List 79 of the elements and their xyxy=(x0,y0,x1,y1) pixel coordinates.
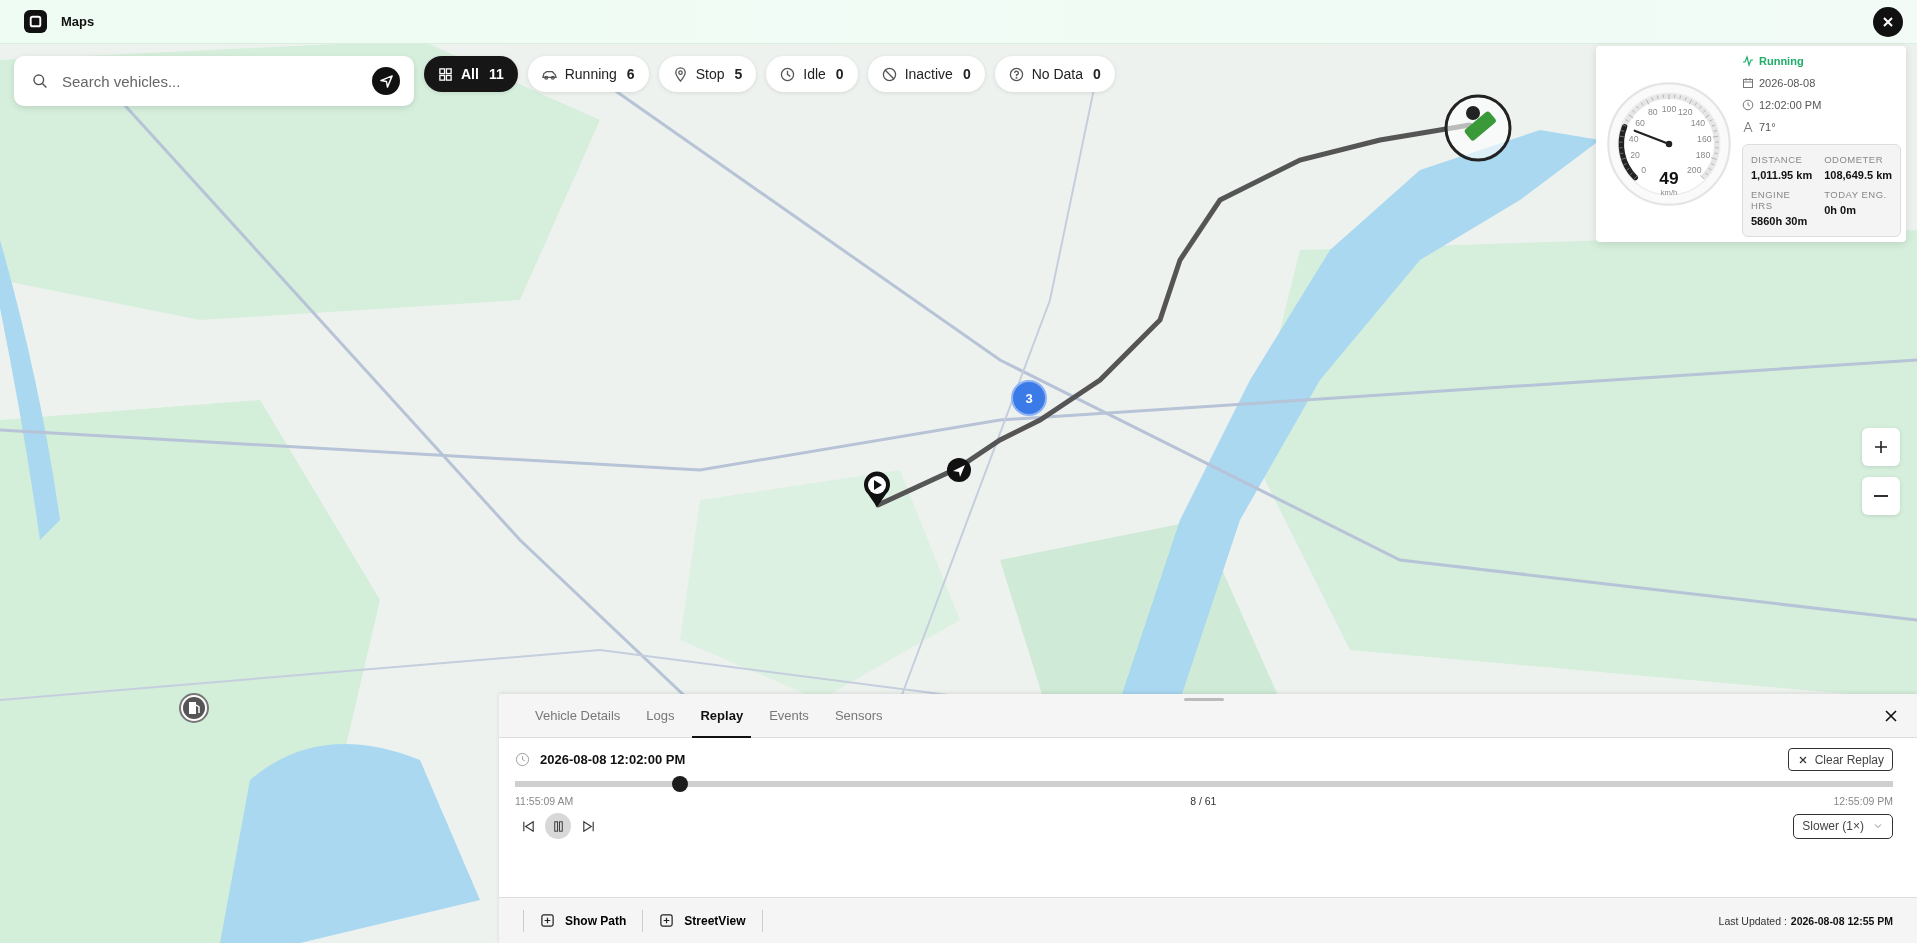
navigation-arrow-icon xyxy=(378,73,394,89)
vehicle-time: 12:02:00 PM xyxy=(1759,98,1822,111)
filter-chip[interactable]: Inactive 0 xyxy=(867,56,985,92)
search-field[interactable]: Search vehicles... xyxy=(60,71,360,91)
gauge-tick-label: 20 xyxy=(1630,150,1640,161)
calendar-icon xyxy=(1742,76,1754,89)
filter-chip[interactable]: No Data 0 xyxy=(994,56,1115,92)
app-logo-icon xyxy=(24,10,47,33)
panel-tab[interactable]: Replay xyxy=(692,694,752,738)
skip-back-icon xyxy=(520,818,536,834)
stat-label: ENGINE HRS xyxy=(1751,188,1792,211)
clock-icon xyxy=(780,66,796,82)
gauge-tick-label: 140 xyxy=(1690,118,1706,129)
search-icon xyxy=(32,73,48,89)
zoom-in-button[interactable] xyxy=(1862,428,1900,466)
plus-square-icon xyxy=(659,913,675,928)
direction-marker[interactable] xyxy=(946,457,972,483)
gauge-tick-label: 120 xyxy=(1678,107,1693,118)
start-time: 11:55:09 AM xyxy=(515,795,574,807)
replay-timestamp: 2026-08-08 12:02:00 PM xyxy=(540,752,686,767)
search-box[interactable]: Search vehicles... xyxy=(14,56,414,106)
last-updated-value: 2026-08-08 12:55 PM xyxy=(1790,914,1893,927)
stat-label: ODOMETER xyxy=(1824,153,1885,165)
start-marker[interactable] xyxy=(862,470,892,508)
locate-button[interactable] xyxy=(372,67,400,95)
filter-chip[interactable]: Stop 5 xyxy=(658,56,757,92)
close-button[interactable] xyxy=(1873,6,1903,37)
gauge-tick-label: 80 xyxy=(1647,107,1658,118)
stat-value: 1,011.95 km xyxy=(1751,168,1813,181)
footer-toggle-button[interactable]: Show Path xyxy=(523,909,643,932)
fuel-station-icon[interactable] xyxy=(179,693,209,723)
question-icon xyxy=(1008,66,1024,82)
replay-position: 8 / 61 xyxy=(1190,795,1217,807)
drag-handle[interactable] xyxy=(1184,698,1224,701)
panel-tab[interactable]: Vehicle Details xyxy=(527,694,629,738)
clock-icon xyxy=(1742,98,1754,111)
stat-label: TODAY ENG. xyxy=(1824,188,1888,200)
gauge-tick-label: 100 xyxy=(1661,103,1677,114)
footer-toggle-button[interactable]: StreetView xyxy=(642,909,763,932)
play-pause-button[interactable] xyxy=(545,813,571,839)
vehicle-marker[interactable] xyxy=(1443,93,1513,163)
clear-replay-button[interactable]: Clear Replay xyxy=(1787,748,1893,771)
gauge-tick-label: 40 xyxy=(1628,133,1639,144)
slashed-circle-icon xyxy=(881,66,897,82)
filter-chip[interactable]: All 11 xyxy=(424,56,518,92)
grid-icon xyxy=(438,66,453,82)
plus-square-icon xyxy=(540,913,555,928)
close-icon xyxy=(1883,707,1899,724)
plus-icon xyxy=(1873,439,1889,455)
speed-unit: km/h xyxy=(1660,187,1678,197)
stat-label: DISTANCE xyxy=(1751,153,1804,165)
vehicle-date: 2026-08-08 xyxy=(1759,76,1816,89)
minus-icon xyxy=(1874,495,1888,497)
vehicle-status: Running xyxy=(1759,54,1804,67)
panel-tab[interactable]: Sensors xyxy=(826,694,891,738)
stat-value: 108,649.5 km xyxy=(1824,168,1893,181)
stat-value: 0h 0m xyxy=(1824,203,1857,216)
end-time: 12:55:09 PM xyxy=(1833,795,1893,807)
vehicle-heading: 71° xyxy=(1759,120,1776,133)
stat-value: 5860h 30m xyxy=(1751,214,1809,227)
gauge-tick-label: 180 xyxy=(1695,150,1711,161)
skip-forward-icon xyxy=(580,818,596,834)
heading-icon xyxy=(1742,120,1754,133)
gauge-tick-label: 60 xyxy=(1635,118,1645,129)
speed-dropdown[interactable]: Slower (1×) xyxy=(1793,813,1893,839)
gauge-tick-label: 160 xyxy=(1697,133,1712,144)
location-pin-icon xyxy=(672,66,688,82)
filter-chip[interactable]: Idle 0 xyxy=(766,56,858,92)
slider-thumb[interactable] xyxy=(672,776,689,792)
app-title: Maps xyxy=(61,14,95,29)
panel-tab[interactable]: Logs xyxy=(638,694,683,738)
activity-icon xyxy=(1742,54,1754,67)
last-updated-label: Last Updated : xyxy=(1718,914,1787,927)
clock-icon xyxy=(515,752,530,767)
gauge-tick-label: 200 xyxy=(1687,164,1702,175)
gauge-tick-label: 0 xyxy=(1641,164,1647,175)
filter-chip[interactable]: Running 6 xyxy=(527,56,649,92)
panel-tab[interactable]: Events xyxy=(761,694,817,738)
speed-reading: 49 xyxy=(1659,168,1679,189)
